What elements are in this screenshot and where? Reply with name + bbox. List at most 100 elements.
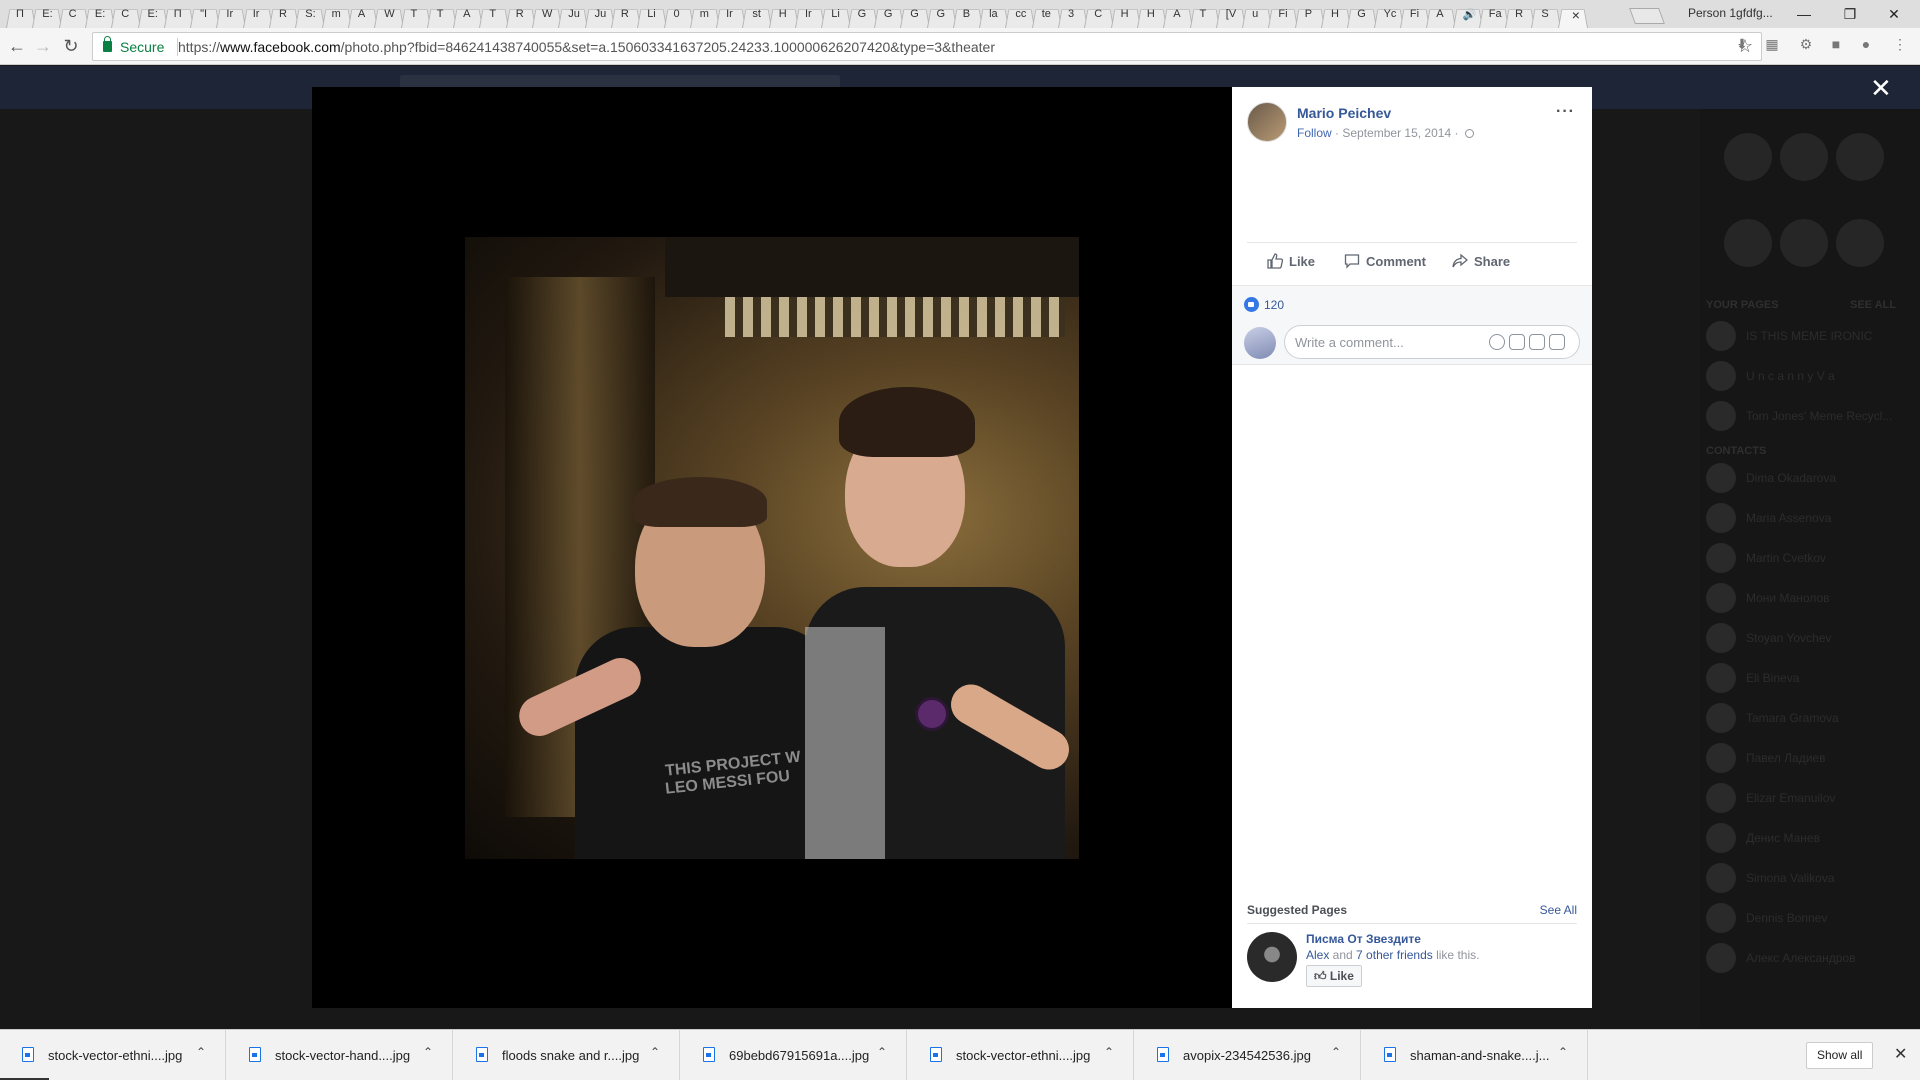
- like-count[interactable]: 120: [1264, 298, 1284, 312]
- browser-tab[interactable]: cc: [1005, 3, 1036, 28]
- browser-tab[interactable]: Ju: [558, 3, 589, 28]
- browser-tab[interactable]: Ir: [242, 3, 273, 28]
- browser-tab[interactable]: T: [1189, 3, 1220, 28]
- reload-icon[interactable]: ↻: [60, 35, 82, 57]
- browser-tab[interactable]: A: [1163, 3, 1194, 28]
- browser-tab[interactable]: T: [426, 3, 457, 28]
- chevron-up-icon[interactable]: ⌃: [1331, 1045, 1341, 1059]
- post-date[interactable]: September 15, 2014: [1342, 126, 1451, 140]
- browser-tab[interactable]: C: [111, 3, 142, 28]
- suggested-see-all[interactable]: See All: [1540, 903, 1577, 917]
- browser-tab[interactable]: Ir: [795, 3, 825, 28]
- download-item[interactable]: stock-vector-ethni....jpg ⌃: [908, 1030, 1134, 1080]
- download-ext-icon[interactable]: ⬇: [1732, 36, 1752, 56]
- browser-tab[interactable]: E:: [84, 3, 115, 28]
- emoji-icon[interactable]: [1489, 334, 1505, 350]
- show-all-downloads-button[interactable]: Show all: [1806, 1042, 1874, 1069]
- chevron-up-icon[interactable]: ⌃: [196, 1045, 206, 1059]
- ext-grid-icon[interactable]: ▦: [1762, 36, 1782, 56]
- browser-tab[interactable]: C: [1084, 3, 1115, 28]
- like-button[interactable]: Like: [1267, 253, 1315, 269]
- browser-tab[interactable]: st: [742, 3, 773, 28]
- browser-tab[interactable]: R: [1505, 3, 1536, 28]
- tab-close-icon[interactable]: ×: [1572, 7, 1580, 23]
- browser-tab[interactable]: m: [321, 3, 352, 28]
- browser-tab[interactable]: Fa: [1478, 3, 1509, 28]
- chevron-up-icon[interactable]: ⌃: [1104, 1045, 1114, 1059]
- browser-tab[interactable]: H: [1321, 3, 1351, 28]
- browser-tab[interactable]: R: [505, 3, 536, 28]
- browser-tab[interactable]: G: [926, 3, 957, 28]
- author-name[interactable]: Mario Peichev: [1297, 105, 1391, 121]
- gif-icon[interactable]: [1529, 334, 1545, 350]
- download-item[interactable]: 69bebd67915691a....jpg ⌃: [681, 1030, 907, 1080]
- window-close-icon[interactable]: ✕: [1874, 2, 1914, 26]
- browser-tab[interactable]: P: [1294, 3, 1325, 28]
- close-icon[interactable]: ✕: [1870, 73, 1892, 104]
- download-item[interactable]: avopix-234542536.jpg ⌃: [1135, 1030, 1361, 1080]
- browser-tab[interactable]: R: [269, 3, 299, 28]
- back-arrow-icon[interactable]: ←: [6, 35, 28, 57]
- forward-arrow-icon[interactable]: →: [32, 35, 54, 57]
- browser-tab[interactable]: Yc: [1373, 3, 1404, 28]
- ext-icon-2[interactable]: ■: [1826, 36, 1846, 56]
- browser-tab[interactable]: A: [347, 3, 378, 28]
- browser-tab[interactable]: R: [610, 3, 641, 28]
- download-item[interactable]: stock-vector-ethni....jpg ⌃: [0, 1030, 226, 1080]
- browser-tab[interactable]: "I: [190, 3, 221, 28]
- ext-color-icon[interactable]: ●: [1856, 36, 1876, 56]
- browser-tab[interactable]: G: [873, 3, 904, 28]
- browser-tab[interactable]: u: [1242, 3, 1273, 28]
- download-item[interactable]: floods snake and r....jpg ⌃: [454, 1030, 680, 1080]
- browser-tab[interactable]: W: [532, 3, 562, 28]
- new-tab-button[interactable]: [1629, 8, 1665, 24]
- minimize-icon[interactable]: —: [1784, 2, 1824, 26]
- camera-icon[interactable]: [1509, 334, 1525, 350]
- browser-tab[interactable]: te: [1031, 3, 1062, 28]
- browser-tab[interactable]: H: [1110, 3, 1141, 28]
- browser-tab[interactable]: T: [479, 3, 510, 28]
- download-item[interactable]: stock-vector-hand....jpg ⌃: [227, 1030, 453, 1080]
- browser-tab[interactable]: E:: [32, 3, 63, 28]
- follow-link[interactable]: Follow: [1297, 126, 1332, 140]
- browser-tab[interactable]: 0: [663, 3, 694, 28]
- friend-link[interactable]: Alex: [1306, 948, 1329, 962]
- browser-tab[interactable]: Fi: [1399, 3, 1430, 28]
- browser-tab[interactable]: H: [768, 3, 799, 28]
- browser-tab[interactable]: la: [979, 3, 1010, 28]
- other-friends-link[interactable]: 7 other friends: [1356, 948, 1433, 962]
- browser-tab[interactable]: C: [58, 3, 89, 28]
- browser-tab[interactable]: E:: [137, 3, 168, 28]
- active-tab[interactable]: ×: [1557, 3, 1588, 28]
- browser-tab[interactable]: B: [952, 3, 983, 28]
- browser-tab[interactable]: G: [1347, 3, 1378, 28]
- browser-tab[interactable]: Ir: [716, 3, 747, 28]
- browser-tab[interactable]: A: [1426, 3, 1457, 28]
- browser-tab[interactable]: П: [6, 3, 36, 28]
- suggested-page-name[interactable]: Писма От Звездите: [1306, 932, 1421, 946]
- browser-tab[interactable]: 🔊: [1452, 3, 1483, 28]
- chevron-up-icon[interactable]: ⌃: [650, 1045, 660, 1059]
- browser-tab[interactable]: m: [689, 3, 720, 28]
- maximize-icon[interactable]: ❐: [1830, 2, 1870, 26]
- browser-tab[interactable]: Ju: [584, 3, 615, 28]
- photo[interactable]: THIS PROJECT W LEO MESSI FOU: [465, 237, 1079, 859]
- chevron-up-icon[interactable]: ⌃: [877, 1045, 887, 1059]
- browser-tab[interactable]: S: [1531, 3, 1562, 28]
- reactions-row[interactable]: 120: [1232, 285, 1592, 319]
- more-options-icon[interactable]: ···: [1556, 103, 1575, 121]
- address-url[interactable]: https://www.facebook.com/photo.php?fbid=…: [178, 39, 995, 55]
- sticker-icon[interactable]: [1549, 334, 1565, 350]
- comment-button[interactable]: Comment: [1344, 253, 1426, 269]
- browser-tab[interactable]: 3: [1058, 3, 1088, 28]
- browser-tab[interactable]: Fi: [1268, 3, 1299, 28]
- browser-tab[interactable]: G: [847, 3, 878, 28]
- share-button[interactable]: Share: [1452, 253, 1510, 269]
- browser-tab[interactable]: G: [900, 3, 931, 28]
- browser-tab[interactable]: A: [453, 3, 484, 28]
- browser-tab[interactable]: H: [1136, 3, 1167, 28]
- author-avatar[interactable]: [1247, 102, 1287, 142]
- browser-tab[interactable]: П: [163, 3, 194, 28]
- browser-tab[interactable]: Li: [637, 3, 668, 28]
- browser-tab[interactable]: S:: [295, 3, 326, 28]
